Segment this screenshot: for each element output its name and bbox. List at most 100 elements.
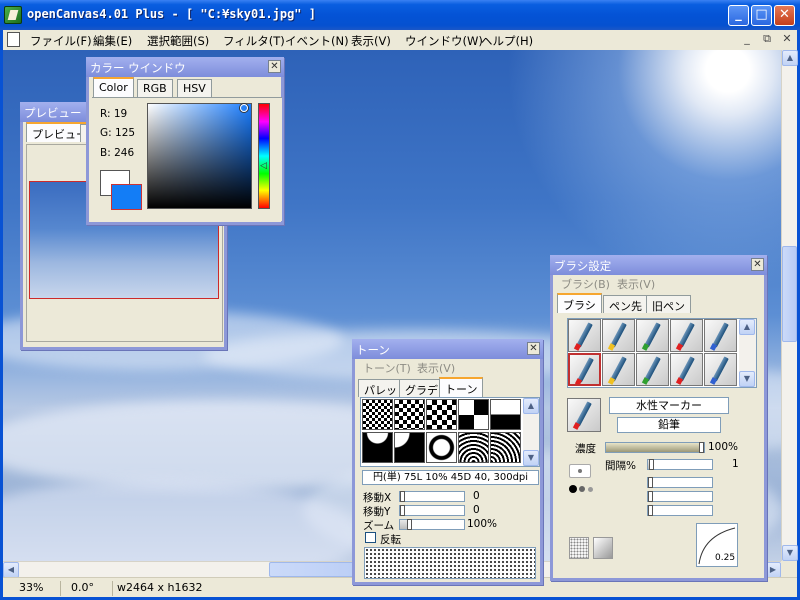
param-slider-1[interactable] bbox=[647, 477, 713, 488]
tab-hsv[interactable]: HSV bbox=[177, 79, 212, 97]
brush-item[interactable] bbox=[636, 319, 669, 352]
color-picker-cursor[interactable] bbox=[240, 104, 248, 112]
brush-list-scrollbar[interactable]: ▲ ▼ bbox=[739, 319, 756, 387]
tab-pen-tip[interactable]: ペン先 bbox=[603, 295, 648, 313]
brush-close-button[interactable]: ✕ bbox=[751, 258, 764, 271]
brush-item[interactable] bbox=[670, 319, 703, 352]
menu-filter[interactable]: フィルタ(T) bbox=[223, 33, 285, 49]
app-icon[interactable] bbox=[4, 6, 22, 24]
brush-name-field[interactable]: 水性マーカー bbox=[609, 397, 729, 414]
tone-menu-tone[interactable]: トーン(T) bbox=[363, 360, 411, 376]
brush-item[interactable] bbox=[636, 353, 669, 386]
window-title: openCanvas4.01 Plus - [ "C:¥sky01.jpg" ] bbox=[27, 7, 316, 21]
tab-color[interactable]: Color bbox=[93, 77, 134, 97]
tone-grid[interactable]: ▲ ▼ bbox=[360, 397, 540, 467]
tone-cell-2[interactable] bbox=[394, 399, 425, 430]
color-title[interactable]: カラー ウインドウ ✕ bbox=[86, 57, 284, 77]
move-x-value: 0 bbox=[473, 490, 480, 502]
brush-window: ブラシ設定 ✕ ブラシ(B) 表示(V) ブラシ ペン先 旧ペン ▲ ▼ 水性マ… bbox=[550, 255, 767, 581]
move-y-slider[interactable] bbox=[399, 505, 465, 516]
scroll-down-button[interactable]: ▼ bbox=[782, 545, 798, 561]
scroll-up-button[interactable]: ▲ bbox=[782, 50, 798, 66]
tab-gradation[interactable]: グラデ bbox=[399, 379, 444, 397]
tone-cell-8[interactable] bbox=[426, 432, 457, 463]
mdi-minimize-button[interactable]: _ bbox=[739, 32, 755, 45]
shape-round-icon[interactable] bbox=[569, 464, 591, 478]
scroll-corner bbox=[781, 561, 797, 577]
vertical-scroll-thumb[interactable] bbox=[782, 246, 797, 342]
color-picker-square[interactable] bbox=[147, 103, 252, 209]
move-x-slider[interactable] bbox=[399, 491, 465, 502]
color-title-text: カラー ウインドウ bbox=[90, 61, 186, 75]
minimize-button[interactable]: _ bbox=[728, 5, 749, 26]
menu-help[interactable]: ヘルプ(H) bbox=[481, 33, 533, 49]
tone-cell-10[interactable] bbox=[490, 432, 521, 463]
tone-title[interactable]: トーン ✕ bbox=[352, 339, 543, 359]
tone-menu-view[interactable]: 表示(V) bbox=[417, 360, 455, 376]
param-slider-2[interactable] bbox=[647, 491, 713, 502]
brush-item[interactable] bbox=[568, 319, 601, 352]
maximize-button[interactable]: □ bbox=[751, 5, 772, 26]
menu-view[interactable]: 表示(V) bbox=[351, 33, 391, 49]
tab-brush[interactable]: ブラシ bbox=[557, 293, 602, 313]
brush-item-selected[interactable] bbox=[568, 353, 601, 386]
brush-item[interactable] bbox=[704, 319, 737, 352]
menu-bar: ファイル(F) 編集(E) 選択範囲(S) フィルタ(T) イベント(N) 表示… bbox=[3, 30, 797, 50]
brush-item[interactable] bbox=[602, 319, 635, 352]
density-value: 100% bbox=[708, 441, 739, 453]
document-icon[interactable] bbox=[7, 32, 20, 47]
tone-cell-4[interactable] bbox=[458, 399, 489, 430]
tab-old-pen[interactable]: 旧ペン bbox=[646, 295, 691, 313]
mdi-restore-button[interactable]: ⧉ bbox=[759, 32, 775, 46]
color-close-button[interactable]: ✕ bbox=[268, 60, 281, 73]
brush-item[interactable] bbox=[602, 353, 635, 386]
brush-scroll-up[interactable]: ▲ bbox=[739, 319, 755, 335]
tone-cell-9[interactable] bbox=[458, 432, 489, 463]
menu-selection[interactable]: 選択範囲(S) bbox=[147, 33, 209, 49]
tone-cell-5[interactable] bbox=[490, 399, 521, 430]
brush-list[interactable]: ▲ ▼ bbox=[567, 318, 757, 388]
hue-marker-icon[interactable]: ◁ bbox=[260, 162, 267, 171]
foreground-color-swatch[interactable] bbox=[111, 184, 142, 210]
brush-menu-view[interactable]: 表示(V) bbox=[617, 276, 655, 292]
tone-cell-6[interactable] bbox=[362, 432, 393, 463]
spacing-slider[interactable] bbox=[647, 459, 713, 470]
tone-scrollbar[interactable]: ▲ ▼ bbox=[523, 398, 539, 466]
menu-file[interactable]: ファイル(F) bbox=[30, 33, 92, 49]
brush-title[interactable]: ブラシ設定 ✕ bbox=[550, 255, 767, 275]
scroll-left-button[interactable]: ◀ bbox=[3, 562, 19, 578]
vertical-scrollbar[interactable]: ▲ ▼ bbox=[781, 50, 798, 561]
tone-cell-3[interactable] bbox=[426, 399, 457, 430]
tab-tone[interactable]: トーン bbox=[439, 377, 484, 397]
menu-window[interactable]: ウインドウ(W) bbox=[405, 33, 483, 49]
mdi-close-button[interactable]: ✕ bbox=[779, 32, 795, 45]
brush-item[interactable] bbox=[670, 353, 703, 386]
brush-menu-brush[interactable]: ブラシ(B) bbox=[561, 276, 610, 292]
scroll-right-button[interactable]: ▶ bbox=[765, 562, 781, 578]
current-brush-icon[interactable] bbox=[567, 398, 601, 432]
tab-rgb[interactable]: RGB bbox=[137, 79, 173, 97]
tone-scroll-down[interactable]: ▼ bbox=[523, 450, 539, 466]
texture-icon[interactable] bbox=[569, 537, 589, 559]
brush-item[interactable] bbox=[704, 353, 737, 386]
tone-close-button[interactable]: ✕ bbox=[527, 342, 540, 355]
density-slider[interactable] bbox=[605, 442, 705, 453]
tone-cell-1[interactable] bbox=[362, 399, 393, 430]
brush-size-dots-icon[interactable] bbox=[569, 485, 599, 495]
brush-scroll-down[interactable]: ▼ bbox=[739, 371, 755, 387]
invert-checkbox[interactable] bbox=[365, 532, 376, 543]
zoom-value: 100% bbox=[467, 518, 498, 530]
tone-cell-7[interactable] bbox=[394, 432, 425, 463]
pressure-curve[interactable]: 0.25 bbox=[696, 523, 738, 567]
zoom-slider[interactable] bbox=[399, 519, 465, 530]
tone-scroll-up[interactable]: ▲ bbox=[523, 398, 539, 414]
tone-window: トーン ✕ トーン(T) 表示(V) パレット グラデ トーン ▲ ▼ 円(単)… bbox=[352, 339, 543, 585]
gradient-icon[interactable] bbox=[593, 537, 613, 559]
close-button[interactable]: ✕ bbox=[774, 5, 795, 26]
menu-edit[interactable]: 編集(E) bbox=[93, 33, 132, 49]
curve-value: 0.25 bbox=[715, 553, 736, 563]
menu-event[interactable]: イベント(N) bbox=[285, 33, 349, 49]
hue-slider[interactable]: ◁ bbox=[258, 103, 270, 209]
param-slider-3[interactable] bbox=[647, 505, 713, 516]
brush-type-field[interactable]: 鉛筆 bbox=[617, 417, 721, 433]
